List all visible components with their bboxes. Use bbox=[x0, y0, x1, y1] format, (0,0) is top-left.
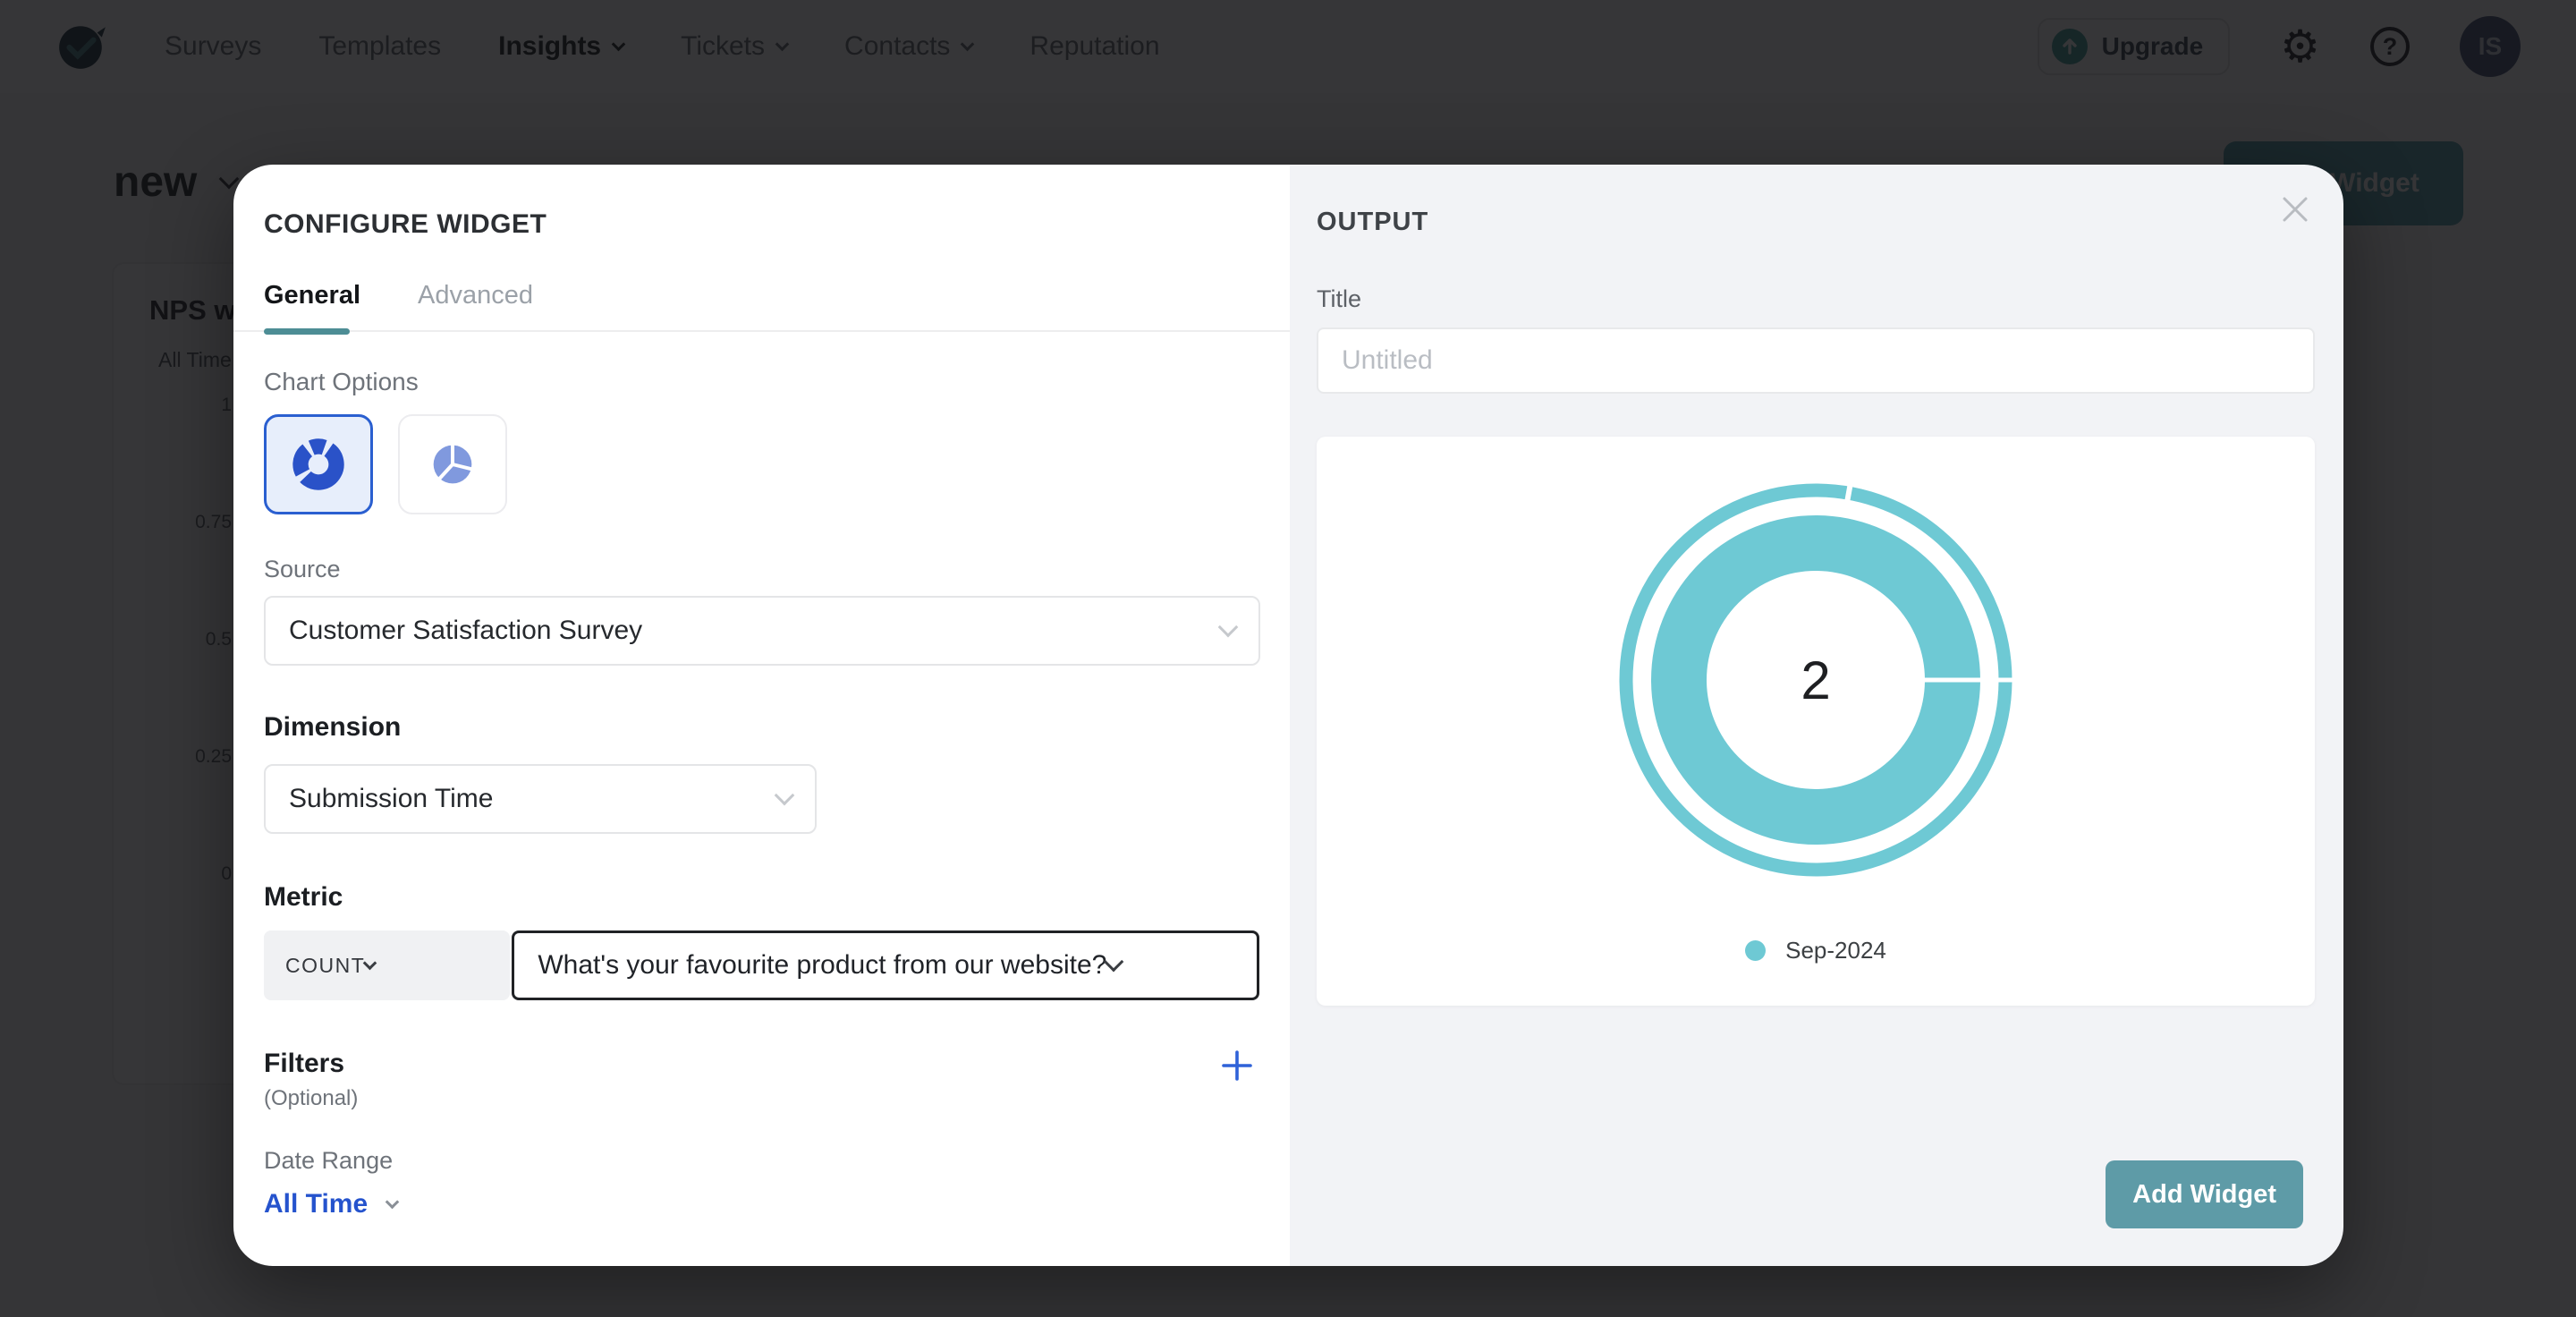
pie-chart-icon bbox=[424, 436, 481, 493]
metric-row: COUNT What's your favourite product from… bbox=[264, 930, 1259, 1000]
filters-section: Filters (Optional) bbox=[264, 1049, 1259, 1111]
metric-question-select[interactable]: What's your favourite product from our w… bbox=[512, 930, 1259, 1000]
tab-general[interactable]: General bbox=[264, 281, 360, 310]
donut-center-value: 2 bbox=[1601, 465, 2030, 895]
chevron-down-icon bbox=[363, 956, 377, 971]
dimension-label: Dimension bbox=[264, 712, 1259, 743]
output-heading: OUTPUT bbox=[1317, 208, 2315, 237]
chevron-down-icon bbox=[386, 1195, 400, 1210]
date-range-label: Date Range bbox=[264, 1147, 1259, 1175]
donut-chart: 2 bbox=[1601, 465, 2030, 895]
configure-widget-modal: CONFIGURE WIDGET General Advanced Chart … bbox=[233, 165, 2343, 1266]
widget-title-input[interactable] bbox=[1317, 327, 2315, 394]
source-value: Customer Satisfaction Survey bbox=[289, 616, 642, 646]
metric-question-value: What's your favourite product from our w… bbox=[538, 950, 1106, 981]
widget-title-label: Title bbox=[1317, 285, 2315, 313]
chart-type-pie-button[interactable] bbox=[398, 414, 507, 514]
donut-chart-icon bbox=[290, 436, 347, 493]
tab-divider bbox=[233, 330, 1290, 332]
tab-advanced[interactable]: Advanced bbox=[418, 281, 533, 310]
metric-label: Metric bbox=[264, 882, 1259, 913]
add-filter-button[interactable] bbox=[1220, 1049, 1254, 1083]
source-label: Source bbox=[264, 556, 1259, 583]
chart-type-donut-button[interactable] bbox=[264, 414, 373, 514]
chart-preview-card: 2 Sep-2024 bbox=[1317, 437, 2315, 1006]
output-panel: OUTPUT Title 2 Sep-2024 Add Widget bbox=[1290, 165, 2343, 1266]
active-tab-underline bbox=[264, 328, 350, 335]
chevron-down-icon bbox=[1104, 952, 1124, 973]
source-select[interactable]: Customer Satisfaction Survey bbox=[264, 596, 1260, 666]
legend-label: Sep-2024 bbox=[1785, 937, 1886, 964]
chart-type-options bbox=[264, 414, 1259, 514]
dimension-value: Submission Time bbox=[289, 784, 493, 814]
chevron-down-icon bbox=[775, 786, 795, 806]
add-widget-button[interactable]: Add Widget bbox=[2106, 1160, 2303, 1228]
filters-optional-label: (Optional) bbox=[264, 1086, 358, 1111]
legend-swatch bbox=[1745, 940, 1766, 961]
modal-tabs: General Advanced bbox=[264, 281, 1259, 310]
filters-label: Filters bbox=[264, 1049, 358, 1079]
date-range-value: All Time bbox=[264, 1189, 368, 1219]
metric-aggregation-value: COUNT bbox=[285, 954, 365, 978]
date-range-select[interactable]: All Time bbox=[264, 1189, 1259, 1219]
modal-title: CONFIGURE WIDGET bbox=[264, 209, 1259, 240]
chevron-down-icon bbox=[1218, 617, 1239, 638]
metric-aggregation-select[interactable]: COUNT bbox=[264, 930, 510, 1000]
filters-labels: Filters (Optional) bbox=[264, 1049, 358, 1111]
chart-legend: Sep-2024 bbox=[1317, 937, 2315, 964]
close-icon[interactable] bbox=[2279, 193, 2311, 225]
dimension-select[interactable]: Submission Time bbox=[264, 764, 817, 834]
configure-panel: CONFIGURE WIDGET General Advanced Chart … bbox=[233, 165, 1290, 1266]
chart-options-label: Chart Options bbox=[264, 368, 1259, 396]
